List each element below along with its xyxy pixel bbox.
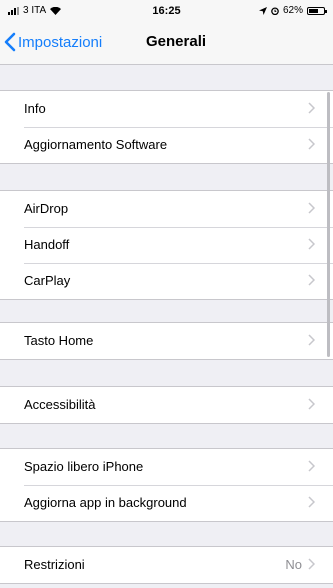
row-label: Info [24, 101, 46, 116]
row-label: CarPlay [24, 273, 71, 288]
settings-row-carplay[interactable]: CarPlay [0, 263, 333, 299]
row-label: Accessibilità [24, 397, 96, 412]
settings-row-software-update[interactable]: Aggiornamento Software [0, 127, 333, 163]
chevron-right-icon [308, 398, 315, 410]
settings-row-airdrop[interactable]: AirDrop [0, 191, 333, 227]
settings-row-home-button[interactable]: Tasto Home [0, 323, 333, 359]
settings-row-info[interactable]: Info [0, 91, 333, 127]
settings-row-restrictions[interactable]: Restrizioni No [0, 547, 333, 583]
chevron-right-icon [308, 202, 315, 214]
alarm-icon [271, 6, 279, 15]
chevron-right-icon [308, 238, 315, 250]
status-right: 62% [258, 5, 327, 16]
chevron-right-icon [308, 334, 315, 346]
battery-icon [307, 6, 327, 15]
row-label: Spazio libero iPhone [24, 459, 144, 474]
settings-group-accessibility: Accessibilità [0, 386, 333, 424]
chevron-right-icon [308, 102, 315, 114]
location-icon [258, 6, 267, 15]
chevron-left-icon [4, 32, 16, 52]
settings-group-storage: Spazio libero iPhone Aggiorna app in bac… [0, 448, 333, 522]
status-bar: 3 ITA 16:25 62% [0, 0, 333, 20]
row-label: Restrizioni [24, 557, 85, 572]
settings-row-accessibility[interactable]: Accessibilità [0, 387, 333, 423]
chevron-right-icon [308, 274, 315, 286]
row-label: Aggiornamento Software [24, 137, 168, 152]
row-label: Aggiorna app in background [24, 495, 187, 510]
navigation-bar: Impostazioni Generali [0, 20, 333, 65]
row-label: AirDrop [24, 201, 69, 216]
chevron-right-icon [308, 460, 315, 472]
settings-group-restrictions: Restrizioni No [0, 546, 333, 584]
chevron-right-icon [308, 558, 315, 570]
chevron-right-icon [308, 496, 315, 508]
row-label: Handoff [24, 237, 70, 252]
settings-row-background-refresh[interactable]: Aggiorna app in background [0, 485, 333, 521]
back-button-label: Impostazioni [18, 33, 103, 51]
chevron-right-icon [308, 138, 315, 150]
settings-row-iphone-storage[interactable]: Spazio libero iPhone [0, 449, 333, 485]
restrictions-value: No [285, 557, 302, 572]
page-title: Generali [146, 33, 207, 50]
settings-group-connectivity: AirDrop Handoff CarPlay [0, 190, 333, 300]
settings-row-handoff[interactable]: Handoff [0, 227, 333, 263]
scrollbar[interactable] [327, 92, 330, 357]
settings-group-home-button: Tasto Home [0, 322, 333, 360]
battery-percent: 62% [282, 5, 303, 16]
settings-group-about: Info Aggiornamento Software [0, 90, 333, 164]
row-label: Tasto Home [24, 333, 94, 348]
back-button[interactable]: Impostazioni [4, 32, 102, 52]
